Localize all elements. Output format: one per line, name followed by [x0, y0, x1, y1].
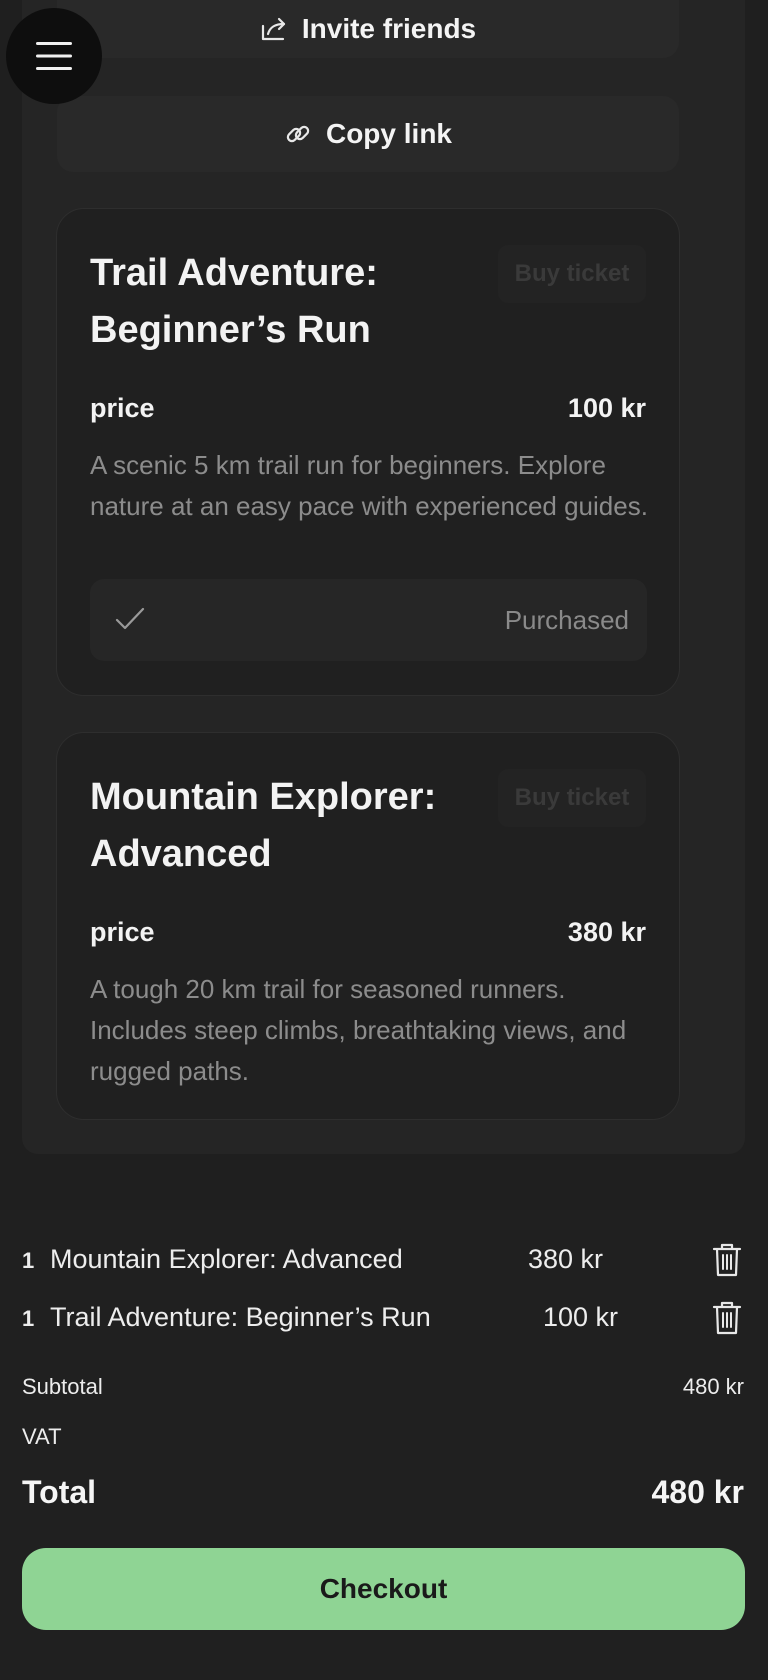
event-card: Mountain Explorer: Advanced Buy ticket p… — [56, 732, 680, 1120]
invite-friends-button[interactable]: Invite friends — [57, 0, 679, 58]
event-title: Trail Adventure: Beginner’s Run — [90, 252, 378, 351]
event-card: Trail Adventure: Beginner’s Run Buy tick… — [56, 208, 680, 696]
check-icon — [115, 607, 145, 630]
purchased-label: Purchased — [504, 605, 629, 635]
hamburger-menu-icon — [36, 42, 72, 70]
cart-item-name: Mountain Explorer: Advanced — [50, 1244, 403, 1274]
share-icon — [261, 17, 285, 41]
subtotal-label: Subtotal — [22, 1374, 103, 1399]
cart-item-price: 100 kr — [543, 1302, 619, 1332]
event-description: A scenic 5 km trail run for beginners. E… — [90, 450, 648, 521]
vat-label: VAT — [22, 1424, 62, 1449]
total-value: 480 kr — [651, 1474, 744, 1510]
menu-button[interactable] — [6, 8, 102, 104]
price-label: price — [90, 393, 155, 423]
cart-item: 1 Mountain Explorer: Advanced 380 kr — [22, 1242, 752, 1282]
buy-ticket-button[interactable]: Buy ticket — [498, 245, 646, 303]
event-title: Mountain Explorer: Advanced — [90, 776, 437, 875]
subtotal-value: 480 kr — [682, 1374, 744, 1399]
event-description: A tough 20 km trail for seasoned runners… — [90, 974, 627, 1086]
copy-link-button[interactable]: Copy link — [57, 96, 679, 172]
checkout-button[interactable]: Checkout — [22, 1548, 745, 1630]
trash-icon[interactable] — [712, 1300, 742, 1336]
cart-item-price: 380 kr — [528, 1244, 604, 1274]
price-label: price — [90, 917, 155, 947]
price-value: 100 kr — [567, 393, 646, 423]
page: Invite friends Copy link Trail Adventure… — [0, 0, 768, 1680]
link-icon — [286, 125, 310, 143]
copy-link-label: Copy link — [325, 118, 452, 149]
trash-icon[interactable] — [712, 1242, 742, 1278]
buy-ticket-button[interactable]: Buy ticket — [498, 769, 646, 827]
total-label: Total — [22, 1474, 97, 1510]
cart-item-name: Trail Adventure: Beginner’s Run — [50, 1302, 431, 1332]
purchased-status: Purchased — [90, 579, 647, 661]
cart-item-quantity: 1 — [22, 1248, 35, 1273]
invite-friends-label: Invite friends — [301, 13, 477, 44]
cart-item-quantity: 1 — [22, 1306, 35, 1331]
cart-item: 1 Trail Adventure: Beginner’s Run 100 kr — [22, 1300, 752, 1340]
price-value: 380 kr — [567, 917, 646, 947]
